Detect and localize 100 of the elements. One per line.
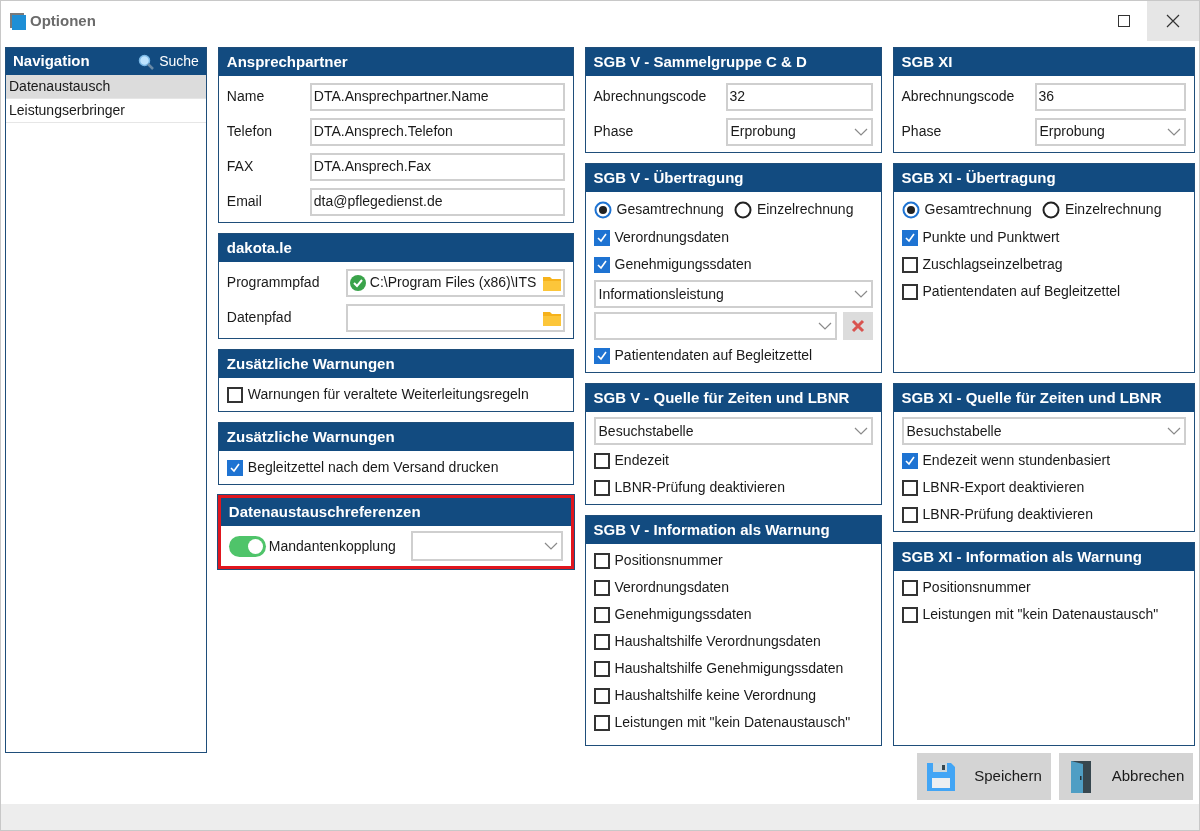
input-field[interactable]: [345, 303, 565, 332]
dropdown[interactable]: Besuchstabelle: [901, 417, 1186, 445]
field-label: Phase: [593, 122, 635, 141]
panel-header: SGB V - Sammelgruppe C & D: [585, 48, 881, 76]
save-button[interactable]: Speichern: [917, 753, 1051, 800]
navigation-item[interactable]: Datenaustausch: [6, 75, 206, 99]
input-field[interactable]: DTA.Ansprech.Telefon: [309, 117, 565, 146]
panel-header: SGB XI - Information als Warnung: [893, 543, 1194, 571]
checkbox[interactable]: [593, 687, 610, 704]
dropdown[interactable]: Besuchstabelle: [593, 417, 873, 445]
checkbox[interactable]: [593, 347, 610, 364]
field-label: Abrechnungscode: [593, 87, 708, 106]
checkbox[interactable]: [593, 579, 610, 596]
radio-label: Gesamtrechnung: [924, 200, 1032, 219]
chevron-down-icon: [1166, 427, 1181, 435]
radio-label: Gesamtrechnung: [616, 200, 724, 219]
field-label: Datenpfad: [226, 308, 293, 327]
toggle-label: Mandantenkopplung: [268, 536, 396, 556]
field-label: Telefon: [226, 122, 273, 141]
field-label: Name: [226, 87, 266, 106]
field-label: Email: [226, 192, 263, 211]
chevron-down-icon: [1166, 127, 1181, 136]
checkbox-label: Punkte und Punktwert: [922, 228, 1060, 247]
dropdown[interactable]: Informationsleistung: [593, 280, 873, 308]
checkbox-label: Haushaltshilfe keine Verordnung: [614, 686, 817, 705]
checkbox-label: LBNR-Prüfung deaktivieren: [922, 505, 1093, 524]
checkbox[interactable]: [593, 633, 610, 650]
search-icon: [138, 53, 155, 70]
chevron-down-icon: [853, 127, 868, 136]
checkbox[interactable]: [901, 229, 918, 246]
radio-label: Einzelrechnung: [756, 200, 854, 219]
checkbox[interactable]: [226, 459, 243, 476]
checkbox[interactable]: [593, 552, 610, 569]
checkbox-label: Begleitzettel nach dem Versand drucken: [247, 458, 499, 477]
search-button[interactable]: Suche: [138, 51, 199, 72]
checkbox[interactable]: [226, 386, 243, 403]
input-field[interactable]: dta@pflegedienst.de: [309, 187, 565, 216]
checkbox-label: Endezeit: [614, 451, 669, 470]
radio-button[interactable]: [1041, 200, 1060, 219]
checkbox-label: LBNR-Prüfung deaktivieren: [614, 478, 785, 497]
checkbox-label: Warnungen für veraltete Weiterleitungsregeln: [247, 385, 529, 404]
checkbox[interactable]: [901, 606, 918, 623]
checkbox[interactable]: [593, 452, 610, 469]
checkbox-label: Leistungen mit "kein Datenaustausch": [922, 605, 1159, 624]
checkbox-label: Haushaltshilfe Verordnungsdaten: [614, 632, 821, 651]
chevron-down-icon: [817, 322, 832, 330]
checkbox[interactable]: [593, 606, 610, 623]
radio-button[interactable]: [901, 200, 920, 219]
input-field[interactable]: DTA.Ansprech.Fax: [309, 152, 565, 181]
checkbox[interactable]: [901, 452, 918, 469]
door-icon: [1069, 760, 1093, 793]
input-field[interactable]: DTA.Ansprechpartner.Name: [309, 82, 565, 111]
checkbox[interactable]: [901, 256, 918, 273]
radio-label: Einzelrechnung: [1064, 200, 1162, 219]
checkbox[interactable]: [593, 256, 610, 273]
input-field[interactable]: 32: [725, 82, 873, 111]
panel-header: Ansprechpartner: [218, 48, 573, 76]
input-field[interactable]: 36: [1034, 82, 1186, 111]
dropdown[interactable]: Erprobung: [725, 117, 873, 146]
checkbox-label: Leistungen mit "kein Datenaustausch": [614, 713, 851, 732]
field-label: Abrechnungscode: [901, 87, 1016, 106]
checkbox-label: Positionsnummer: [614, 551, 723, 570]
checkbox[interactable]: [901, 283, 918, 300]
checkbox-label: Genehmigungssdaten: [614, 255, 752, 274]
checkbox-label: LBNR-Export deaktivieren: [922, 478, 1085, 497]
checkbox[interactable]: [901, 479, 918, 496]
checkbox-label: Positionsnummer: [922, 578, 1031, 597]
checkbox[interactable]: [593, 229, 610, 246]
checkbox-label: Genehmigungssdaten: [614, 605, 752, 624]
chevron-down-icon: [853, 290, 868, 298]
checkbox-label: Patientendaten auf Begleitzettel: [614, 346, 813, 365]
panel-header: Zusätzliche Warnungen: [218, 350, 573, 378]
checkbox-label: Zuschlagseinzelbetrag: [922, 255, 1063, 274]
panel-header: SGB XI - Quelle für Zeiten und LBNR: [893, 384, 1194, 412]
checkbox[interactable]: [901, 579, 918, 596]
clear-button[interactable]: [842, 312, 873, 340]
input-field[interactable]: C:\Program Files (x86)\ITS: [345, 268, 565, 297]
checkbox-label: Verordnungsdaten: [614, 578, 729, 597]
checkbox-label: Haushaltshilfe Genehmigungssdaten: [614, 659, 844, 678]
radio-button[interactable]: [733, 200, 752, 219]
close-icon: [1166, 14, 1180, 28]
checkbox[interactable]: [593, 479, 610, 496]
app-icon: [10, 12, 26, 30]
dropdown[interactable]: Erprobung: [1034, 117, 1186, 146]
panel-header: SGB V - Information als Warnung: [585, 516, 881, 544]
cancel-button[interactable]: Abbrechen: [1059, 753, 1193, 800]
checkbox-label: Verordnungsdaten: [614, 228, 729, 247]
close-icon: [850, 319, 865, 333]
panel-header: dakota.le: [218, 234, 573, 262]
checkbox[interactable]: [901, 506, 918, 523]
chevron-down-icon: [853, 427, 868, 435]
checkbox-label: Patientendaten auf Begleitzettel: [922, 282, 1121, 301]
checkbox[interactable]: [593, 714, 610, 731]
toggle-switch[interactable]: [228, 535, 266, 557]
panel-header: SGB V - Übertragung: [585, 164, 881, 192]
field-label: Programmpfad: [226, 273, 321, 292]
checkbox[interactable]: [593, 660, 610, 677]
navigation-title: Navigation: [13, 51, 90, 72]
maximize-icon: [1118, 15, 1130, 27]
radio-button[interactable]: [593, 200, 612, 219]
